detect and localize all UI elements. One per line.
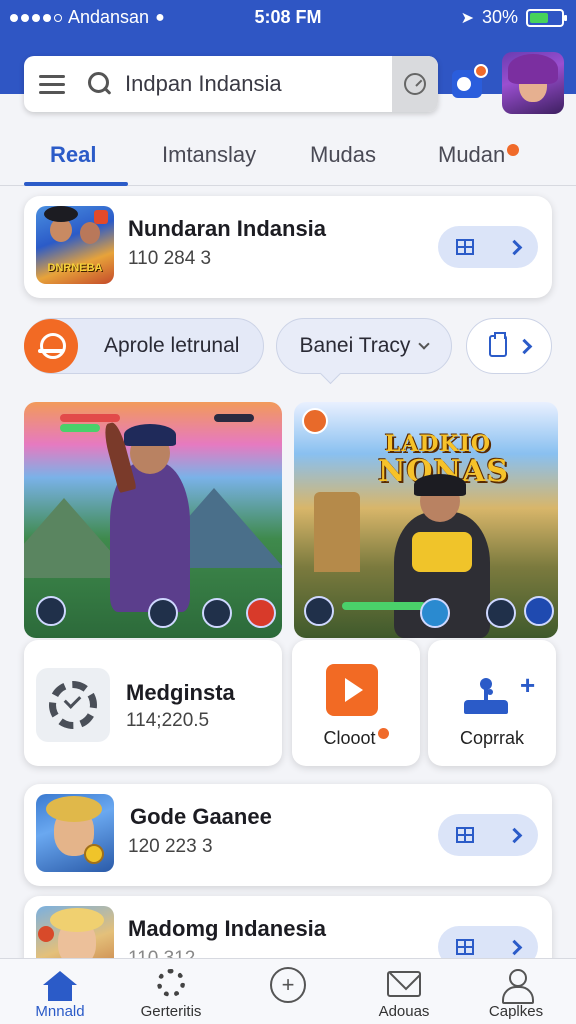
- skill-icon[interactable]: [202, 598, 232, 628]
- hero-hair: [124, 424, 176, 446]
- chip-label: Aprole letrunal: [104, 334, 240, 357]
- search-input[interactable]: Indpan Indansia: [125, 71, 392, 97]
- location-icon: ➤: [460, 9, 474, 27]
- arrow-left-icon[interactable]: [304, 596, 334, 626]
- health-bar: [342, 602, 426, 610]
- skill-icon[interactable]: [486, 598, 516, 628]
- menu-icon[interactable]: [39, 74, 65, 94]
- skill-icon[interactable]: [36, 596, 66, 626]
- list-item[interactable]: Gode Gaanee 120 223 3: [24, 784, 552, 886]
- stat-card[interactable]: Medginsta 114;220.5: [24, 640, 282, 766]
- nav-label: Mnnald: [35, 1003, 85, 1020]
- stat-value: 114;220.5: [126, 710, 210, 731]
- notification-icon[interactable]: [452, 64, 488, 98]
- game-thumbnail: [36, 794, 114, 872]
- add-icon: +: [270, 967, 306, 1003]
- tile-badge: [377, 728, 389, 739]
- game-logo-icon: [302, 408, 328, 434]
- status-bar: Andansan ● 5:08 FM ➤ 30%: [0, 0, 576, 36]
- chevron-down-icon: [418, 338, 431, 350]
- tab-imtanslay[interactable]: Imtanslay: [162, 142, 256, 168]
- tab-mudas[interactable]: Mudas: [310, 142, 376, 168]
- open-button[interactable]: [438, 814, 538, 856]
- game-card-2[interactable]: LADKIO NONAS: [294, 402, 558, 638]
- bottom-nav: Mnnald Gerteritis + Adouas Caplkes: [0, 958, 576, 1024]
- grid-icon: [455, 239, 474, 255]
- open-button[interactable]: [438, 226, 538, 268]
- clipboard-icon: [488, 332, 507, 357]
- stat-title: Medginsta: [126, 680, 235, 705]
- list-item-title: Nundaran Indansia: [128, 216, 327, 241]
- search-icon: [87, 71, 113, 97]
- plus-icon: +: [520, 670, 536, 700]
- chevron-right-icon: [506, 939, 523, 955]
- gear-icon: [157, 969, 185, 997]
- chevron-right-icon: [506, 239, 523, 255]
- game-card-1[interactable]: [24, 402, 282, 638]
- skill-icon[interactable]: [148, 598, 178, 628]
- tab-real[interactable]: Real: [50, 142, 96, 168]
- tab-label: Mudan: [438, 142, 506, 167]
- skill-icon[interactable]: [246, 598, 276, 628]
- notification-badge: [474, 64, 488, 78]
- home-icon: [43, 971, 77, 1001]
- health-bar: [60, 414, 120, 422]
- tab-indicator: [24, 182, 128, 186]
- tile-label-wrap: Clooоt: [292, 728, 420, 749]
- tab-badge: [507, 144, 520, 156]
- list-item-title: Gode Gaanee: [130, 804, 272, 829]
- temple-shape: [314, 492, 360, 572]
- game-thumbnail: DNRNEBA: [36, 206, 114, 284]
- mail-icon: [387, 971, 421, 997]
- battery-icon: [526, 8, 567, 27]
- cloot-tile[interactable]: Clooоt: [292, 640, 420, 766]
- avatar[interactable]: [502, 52, 564, 114]
- camera-icon: [24, 319, 78, 373]
- play-icon: [326, 664, 378, 716]
- battery-percent: 30%: [481, 7, 518, 27]
- hud-bar: [214, 414, 254, 422]
- chevron-right-icon: [516, 338, 532, 354]
- hero-hair: [414, 474, 466, 496]
- joystick-stick: [484, 688, 488, 704]
- dropdown-label: Banei Tracy: [299, 334, 411, 357]
- search-bar[interactable]: Indpan Indansia: [24, 56, 438, 112]
- list-item-subtitle: 110 284 3: [128, 248, 212, 269]
- status-right: ➤ 30%: [460, 7, 567, 28]
- clipboard-chip[interactable]: [466, 318, 552, 374]
- tab-mudan[interactable]: Mudan: [438, 142, 520, 168]
- energy-bar: [60, 424, 100, 432]
- grid-icon: [455, 939, 474, 955]
- filter-dropdown[interactable]: Banei Tracy: [276, 318, 452, 374]
- grid-icon: [455, 827, 474, 843]
- tile-label: Coprrak: [459, 728, 525, 748]
- nav-label: Gerteritis: [140, 1003, 202, 1020]
- tab-bar: Real Imtanslay Mudas Mudan: [0, 118, 576, 186]
- coprrak-tile[interactable]: + Coprrak: [428, 640, 556, 766]
- skill-icon[interactable]: [420, 598, 450, 628]
- timer-button[interactable]: [392, 56, 438, 112]
- list-item[interactable]: DNRNEBA Nundaran Indansia 110 284 3: [24, 196, 552, 298]
- nav-label: Adouas: [378, 1003, 430, 1020]
- thumbnail-caption: DNRNEBA: [47, 262, 103, 274]
- timer-icon: [404, 73, 426, 95]
- list-item-subtitle: 120 223 3: [128, 836, 213, 857]
- hero-armor: [412, 532, 472, 572]
- tile-label: Clooоt: [323, 728, 376, 748]
- chevron-right-icon: [506, 827, 523, 843]
- settings-gear-icon: [36, 668, 110, 742]
- person-icon: [501, 969, 534, 1004]
- nav-label: Caplkes: [488, 1003, 544, 1020]
- skill-icon[interactable]: [524, 596, 554, 626]
- list-item-title: Madomg Indanesia: [128, 916, 327, 941]
- filter-chip-aprole[interactable]: Aprole letrunal: [24, 318, 264, 374]
